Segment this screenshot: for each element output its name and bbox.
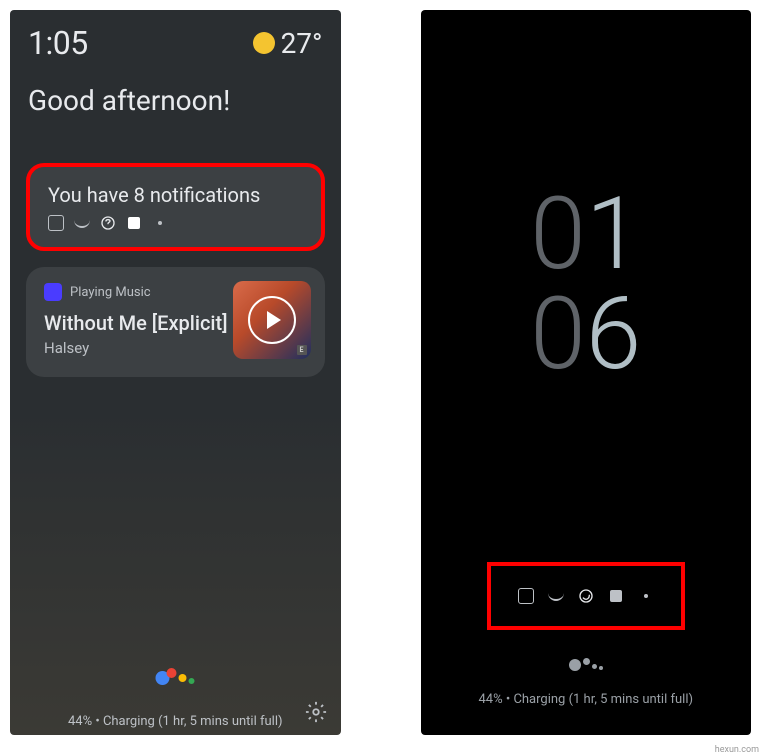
always-on-display: 0 1 0 6 44% • Ch bbox=[421, 10, 752, 735]
more-dot-icon bbox=[152, 215, 168, 231]
calendar-icon bbox=[518, 588, 534, 604]
amazon-icon bbox=[74, 215, 90, 231]
aod-notification-icons bbox=[518, 588, 654, 604]
aod-notification-icons-box[interactable] bbox=[487, 562, 685, 630]
hour-tens: 0 bbox=[530, 185, 585, 285]
greeting-text: Good afternoon! bbox=[10, 62, 341, 117]
explicit-badge: E bbox=[297, 345, 307, 355]
play-button[interactable] bbox=[248, 296, 296, 344]
minute-ones: 6 bbox=[586, 285, 641, 385]
google-assistant-icon[interactable] bbox=[569, 659, 603, 671]
whatsapp-icon bbox=[100, 215, 116, 231]
sun-icon bbox=[253, 32, 275, 54]
media-service-label: Playing Music bbox=[70, 285, 151, 300]
hour-ones: 1 bbox=[586, 185, 641, 285]
weather-widget[interactable]: 27° bbox=[253, 27, 323, 60]
app-icon bbox=[608, 588, 624, 604]
amazon-icon bbox=[548, 588, 564, 604]
album-art: E bbox=[233, 281, 311, 359]
notifications-title: You have 8 notifications bbox=[48, 183, 303, 207]
notification-icons bbox=[48, 215, 303, 231]
google-assistant-icon[interactable] bbox=[156, 671, 195, 685]
whatsapp-icon bbox=[578, 588, 594, 604]
clock-time: 1:05 bbox=[28, 24, 88, 62]
calendar-icon bbox=[48, 215, 64, 231]
media-card[interactable]: Playing Music Without Me [Explicit] Hals… bbox=[26, 267, 325, 377]
notifications-card[interactable]: You have 8 notifications bbox=[26, 163, 325, 251]
status-row: 1:05 27° bbox=[10, 10, 341, 62]
aod-clock: 0 1 0 6 bbox=[530, 185, 641, 385]
charging-status: 44% • Charging (1 hr, 5 mins until full) bbox=[421, 692, 752, 707]
temperature-value: 27° bbox=[281, 27, 323, 60]
music-app-icon bbox=[44, 283, 62, 301]
charging-status: 44% • Charging (1 hr, 5 mins until full) bbox=[10, 714, 341, 729]
minute-tens: 0 bbox=[530, 285, 585, 385]
play-icon bbox=[267, 311, 281, 329]
lockscreen-active: 1:05 27° Good afternoon! You have 8 noti… bbox=[10, 10, 341, 735]
app-icon bbox=[126, 215, 142, 231]
more-dot-icon bbox=[638, 588, 654, 604]
watermark: hexun.com bbox=[715, 745, 759, 755]
